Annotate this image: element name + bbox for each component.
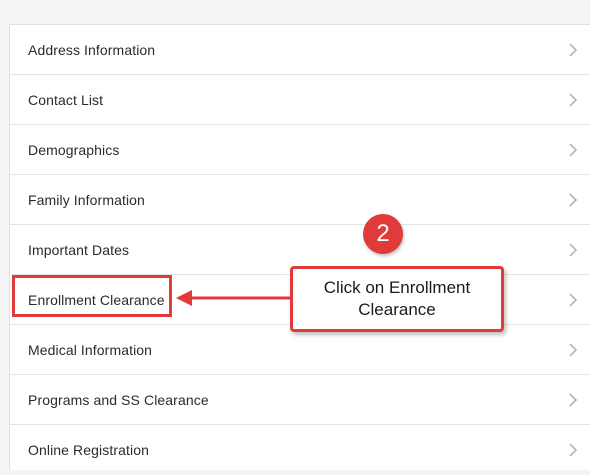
menu-item-label: Family Information <box>28 191 145 208</box>
menu-item-label: Medical Information <box>28 341 153 358</box>
menu-item-label: Important Dates <box>28 241 130 258</box>
chevron-right-icon <box>568 142 578 157</box>
menu-item-label: Programs and SS Clearance <box>28 391 209 408</box>
chevron-right-icon <box>568 342 578 357</box>
menu-item-online-registration[interactable]: Online Registration <box>10 425 590 475</box>
chevron-right-icon <box>568 392 578 407</box>
menu-item-label: Address Information <box>28 41 156 58</box>
menu-item-demographics[interactable]: Demographics <box>10 125 590 175</box>
chevron-right-icon <box>568 192 578 207</box>
chevron-right-icon <box>568 92 578 107</box>
step-number-badge: 2 <box>363 214 403 254</box>
chevron-right-icon <box>568 292 578 307</box>
menu-item-family-information[interactable]: Family Information <box>10 175 590 225</box>
chevron-right-icon <box>568 242 578 257</box>
menu-item-label: Online Registration <box>28 442 149 458</box>
menu-item-label: Contact List <box>28 91 104 108</box>
menu-item-medical-information[interactable]: Medical Information <box>10 325 590 375</box>
menu-panel: Address Information Contact List Demogra… <box>9 24 590 470</box>
chevron-right-icon <box>568 443 578 457</box>
menu-item-label: Enrollment Clearance <box>28 291 165 308</box>
menu-item-address-information[interactable]: Address Information <box>10 25 590 75</box>
chevron-right-icon <box>568 42 578 57</box>
menu-item-programs-and-ss-clearance[interactable]: Programs and SS Clearance <box>10 375 590 425</box>
menu-item-label: Demographics <box>28 141 120 158</box>
menu-item-contact-list[interactable]: Contact List <box>10 75 590 125</box>
instruction-callout: Click on Enrollment Clearance <box>290 266 504 332</box>
